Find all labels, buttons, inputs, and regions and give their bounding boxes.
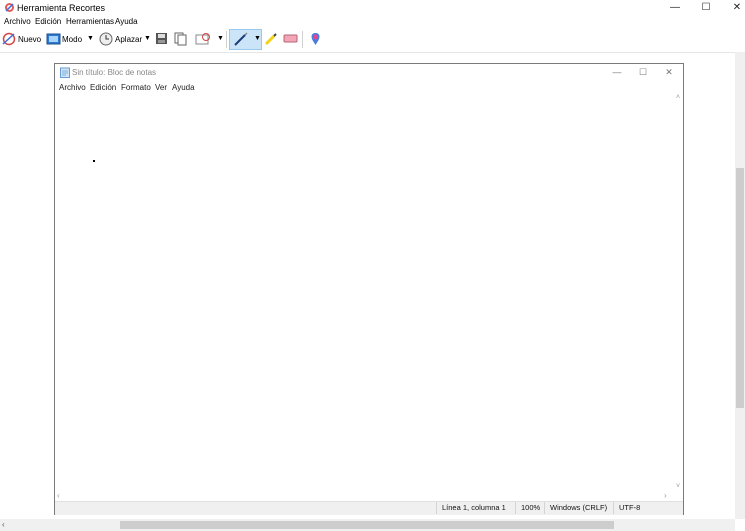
paint3d-icon[interactable] (309, 32, 323, 46)
notepad-scroll-down-icon[interactable]: ˅ (676, 483, 680, 490)
status-encoding: UTF-8 (613, 502, 669, 514)
menu-archivo[interactable]: Archivo (4, 17, 31, 26)
highlighter-icon[interactable] (264, 32, 278, 46)
menu-ayuda[interactable]: Ayuda (115, 17, 138, 26)
title-bar (0, 0, 745, 16)
new-snip-icon[interactable] (2, 32, 16, 46)
notepad-text-area[interactable] (55, 94, 673, 498)
notepad-horizontal-scrollbar[interactable] (55, 490, 673, 500)
send-dropdown-icon[interactable]: ▼ (217, 35, 224, 42)
pen-dropdown-icon[interactable]: ▼ (254, 35, 261, 42)
text-cursor (93, 160, 95, 162)
send-icon[interactable] (195, 32, 210, 46)
notepad-close-button[interactable]: ✕ (656, 66, 682, 78)
notepad-menu-edicion[interactable]: Edición (90, 83, 116, 92)
mode-dropdown-icon[interactable]: ▼ (87, 35, 94, 42)
notepad-title: Sin título: Bloc de notas (72, 68, 157, 77)
status-position: Línea 1, columna 1 (436, 502, 514, 514)
notepad-scroll-left-icon[interactable]: ‹ (57, 491, 60, 500)
mode-button[interactable]: Modo (62, 35, 82, 44)
menu-herramientas[interactable]: Herramientas (66, 17, 114, 26)
notepad-maximize-button[interactable]: ☐ (630, 66, 656, 78)
vertical-scroll-thumb[interactable] (736, 168, 744, 408)
notepad-scroll-up-icon[interactable]: ˄ (676, 94, 680, 101)
app-icon (4, 2, 15, 13)
save-icon[interactable] (155, 32, 169, 46)
status-line-ending: Windows (CRLF) (544, 502, 612, 514)
close-button[interactable]: ✕ (722, 0, 745, 16)
toolbar-separator (302, 31, 303, 48)
mode-icon[interactable] (46, 32, 61, 46)
window-title: Herramienta Recortes (17, 3, 106, 13)
maximize-button[interactable]: ☐ (691, 0, 721, 16)
eraser-icon[interactable] (283, 32, 298, 46)
delay-button[interactable]: Aplazar (115, 35, 142, 44)
notepad-menu-archivo[interactable]: Archivo (59, 83, 86, 92)
pen-icon[interactable] (233, 32, 248, 46)
delay-dropdown-icon[interactable]: ▼ (144, 35, 151, 42)
copy-icon[interactable] (174, 32, 188, 46)
notepad-vertical-scrollbar[interactable] (673, 94, 683, 498)
horizontal-scroll-thumb[interactable] (120, 521, 614, 529)
notepad-icon (60, 67, 70, 78)
scroll-left-icon[interactable]: ‹ (2, 520, 5, 529)
notepad-minimize-button[interactable]: — (604, 66, 630, 78)
menu-edicion[interactable]: Edición (35, 17, 61, 26)
notepad-menu-ver[interactable]: Ver (155, 83, 167, 92)
delay-clock-icon[interactable] (99, 32, 113, 46)
notepad-menu-formato[interactable]: Formato (121, 83, 151, 92)
status-zoom: 100% (515, 502, 545, 514)
notepad-menu-ayuda[interactable]: Ayuda (172, 83, 195, 92)
toolbar-separator (226, 31, 227, 48)
notepad-scroll-right-icon[interactable]: › (664, 491, 667, 500)
minimize-button[interactable]: — (660, 0, 690, 16)
new-button[interactable]: Nuevo (18, 35, 41, 44)
